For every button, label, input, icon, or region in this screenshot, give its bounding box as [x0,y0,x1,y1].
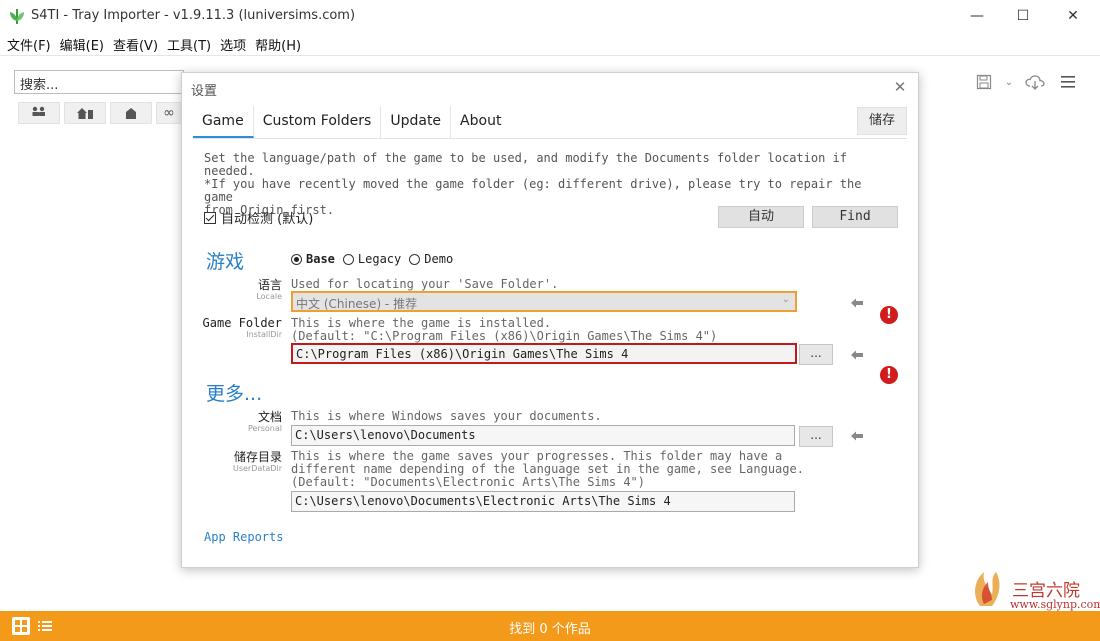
infinity-icon: ∞ [163,105,175,121]
found-count-text: 找到 0 个作品 [509,622,591,637]
settings-dialog: 设置 ✕ Game Custom Folders Update About 储存… [181,72,919,568]
install-dir-input[interactable]: C:\Program Files (x86)\Origin Games\The … [291,343,797,364]
radio-unselected-icon [409,253,421,265]
menu-tools[interactable]: 工具(T) [164,32,214,54]
install-dir-browse-button[interactable]: ... [799,344,833,365]
app-logo-icon [10,9,24,24]
maximize-icon: ☐ [1016,8,1030,24]
menu-view[interactable]: 查看(V) [110,32,161,54]
lot-icon [77,108,93,119]
app-reports-link[interactable]: App Reports [204,530,283,544]
locale-reset-arrow-icon[interactable] [850,297,864,309]
cloud-download-icon [1025,75,1045,90]
close-icon: ✕ [1067,8,1079,24]
user-data-dir-sublabel: UserDataDir [232,464,282,473]
minimize-button[interactable]: — [954,0,1000,32]
personal-dir-reset-arrow-icon[interactable] [850,430,864,442]
menu-file[interactable]: 文件(F) [4,32,54,54]
chevron-down-icon: ⌄ [781,294,790,305]
find-button[interactable]: Find [812,206,898,228]
tab-custom-folders[interactable]: Custom Folders [254,106,382,138]
install-dir-label: Game Folder [202,316,282,330]
locale-label: 语言 [257,278,282,292]
chevron-down-icon: ⌄ [1004,76,1014,88]
minimize-icon: — [970,8,984,24]
search-input[interactable]: 搜索... [14,70,184,94]
edition-base-label: Base [306,252,335,266]
locale-selected-value: 中文 (Chinese) - 推荐 [296,297,418,311]
install-dir-sublabel: InstallDir [246,330,282,339]
menu-divider [0,55,1100,56]
checkbox-checked-icon [204,211,216,224]
personal-label: 文档 [257,410,282,424]
menu-options[interactable]: 选项 [217,32,249,54]
status-bar: 找到 0 个作品 [0,611,1100,641]
user-data-dir-hint: This is where the game saves your progre… [291,449,804,489]
window-title: S4TI - Tray Importer - v1.9.11.3 (lunive… [31,8,356,23]
auto-detect-checkbox[interactable]: 自动检测 (默认) [204,208,313,227]
floppy-disk-icon [976,74,992,90]
filter-lots-button[interactable] [64,102,106,124]
personal-hint: This is where Windows saves your documen… [291,409,602,423]
edition-demo-label: Demo [424,252,454,266]
close-button[interactable]: ✕ [1050,0,1096,32]
install-dir-error-icon: ! [880,366,898,384]
edition-radio-base[interactable]: Base [291,252,335,266]
auto-detect-label: 自动检测 (默认) [221,212,314,227]
hamburger-menu-button[interactable] [1058,72,1078,92]
title-bar: S4TI - Tray Importer - v1.9.11.3 (lunive… [0,0,1100,32]
cloud-download-button[interactable] [1025,72,1045,92]
save-disk-button[interactable] [974,72,994,92]
locale-sublabel: Locale [256,292,282,301]
edition-legacy-label: Legacy [357,252,402,266]
locale-hint: Used for locating your 'Save Folder'. [291,277,559,291]
dialog-close-button[interactable]: ✕ [890,77,910,97]
tab-about[interactable]: About [451,106,510,138]
game-section-heading: 游戏 [206,251,245,273]
install-dir-hint: This is where the game is installed. (De… [291,316,718,343]
save-settings-button[interactable]: 储存 [857,107,907,135]
edition-radio-legacy[interactable]: Legacy [342,252,402,266]
menu-help[interactable]: 帮助(H) [252,32,304,54]
radio-unselected-icon [342,253,354,265]
maximize-button[interactable]: ☐ [1000,0,1046,32]
dialog-title: 设置 [191,84,218,99]
edition-radio-group: Base Legacy Demo [291,252,461,266]
filter-households-button[interactable] [18,102,60,124]
tabs-underline [193,138,907,139]
user-data-dir-input[interactable]: C:\Users\lenovo\Documents\Electronic Art… [291,491,795,512]
filter-rooms-button[interactable] [110,102,152,124]
menu-bar: 文件(F) 编辑(E) 查看(V) 工具(T) 选项 帮助(H) [0,32,1100,54]
more-section-heading: 更多... [206,383,263,405]
household-icon [32,106,45,116]
filter-all-button[interactable]: ∞ [156,102,182,124]
personal-dir-input[interactable]: C:\Users\lenovo\Documents [291,425,795,446]
close-icon: ✕ [893,78,907,96]
radio-selected-icon [291,253,302,265]
settings-tabs: Game Custom Folders Update About [193,106,510,138]
locale-error-icon: ! [880,306,898,324]
user-data-dir-label: 储存目录 [233,450,282,464]
personal-dir-browse-button[interactable]: ... [799,426,833,447]
watermark-url: www.sglynp.com [1010,598,1100,611]
locale-select[interactable]: 中文 (Chinese) - 推荐 ⌄ [291,291,797,312]
menu-edit[interactable]: 编辑(E) [57,32,107,54]
auto-button[interactable]: 自动 [718,206,804,228]
tab-update[interactable]: Update [381,106,452,138]
tab-game[interactable]: Game [193,106,254,138]
personal-sublabel: Personal [247,424,282,433]
save-dropdown-button[interactable]: ⌄ [1001,72,1017,92]
install-dir-reset-arrow-icon[interactable] [850,349,864,361]
edition-radio-demo[interactable]: Demo [409,252,453,266]
hamburger-menu-icon [1061,76,1075,88]
room-icon [126,108,136,119]
